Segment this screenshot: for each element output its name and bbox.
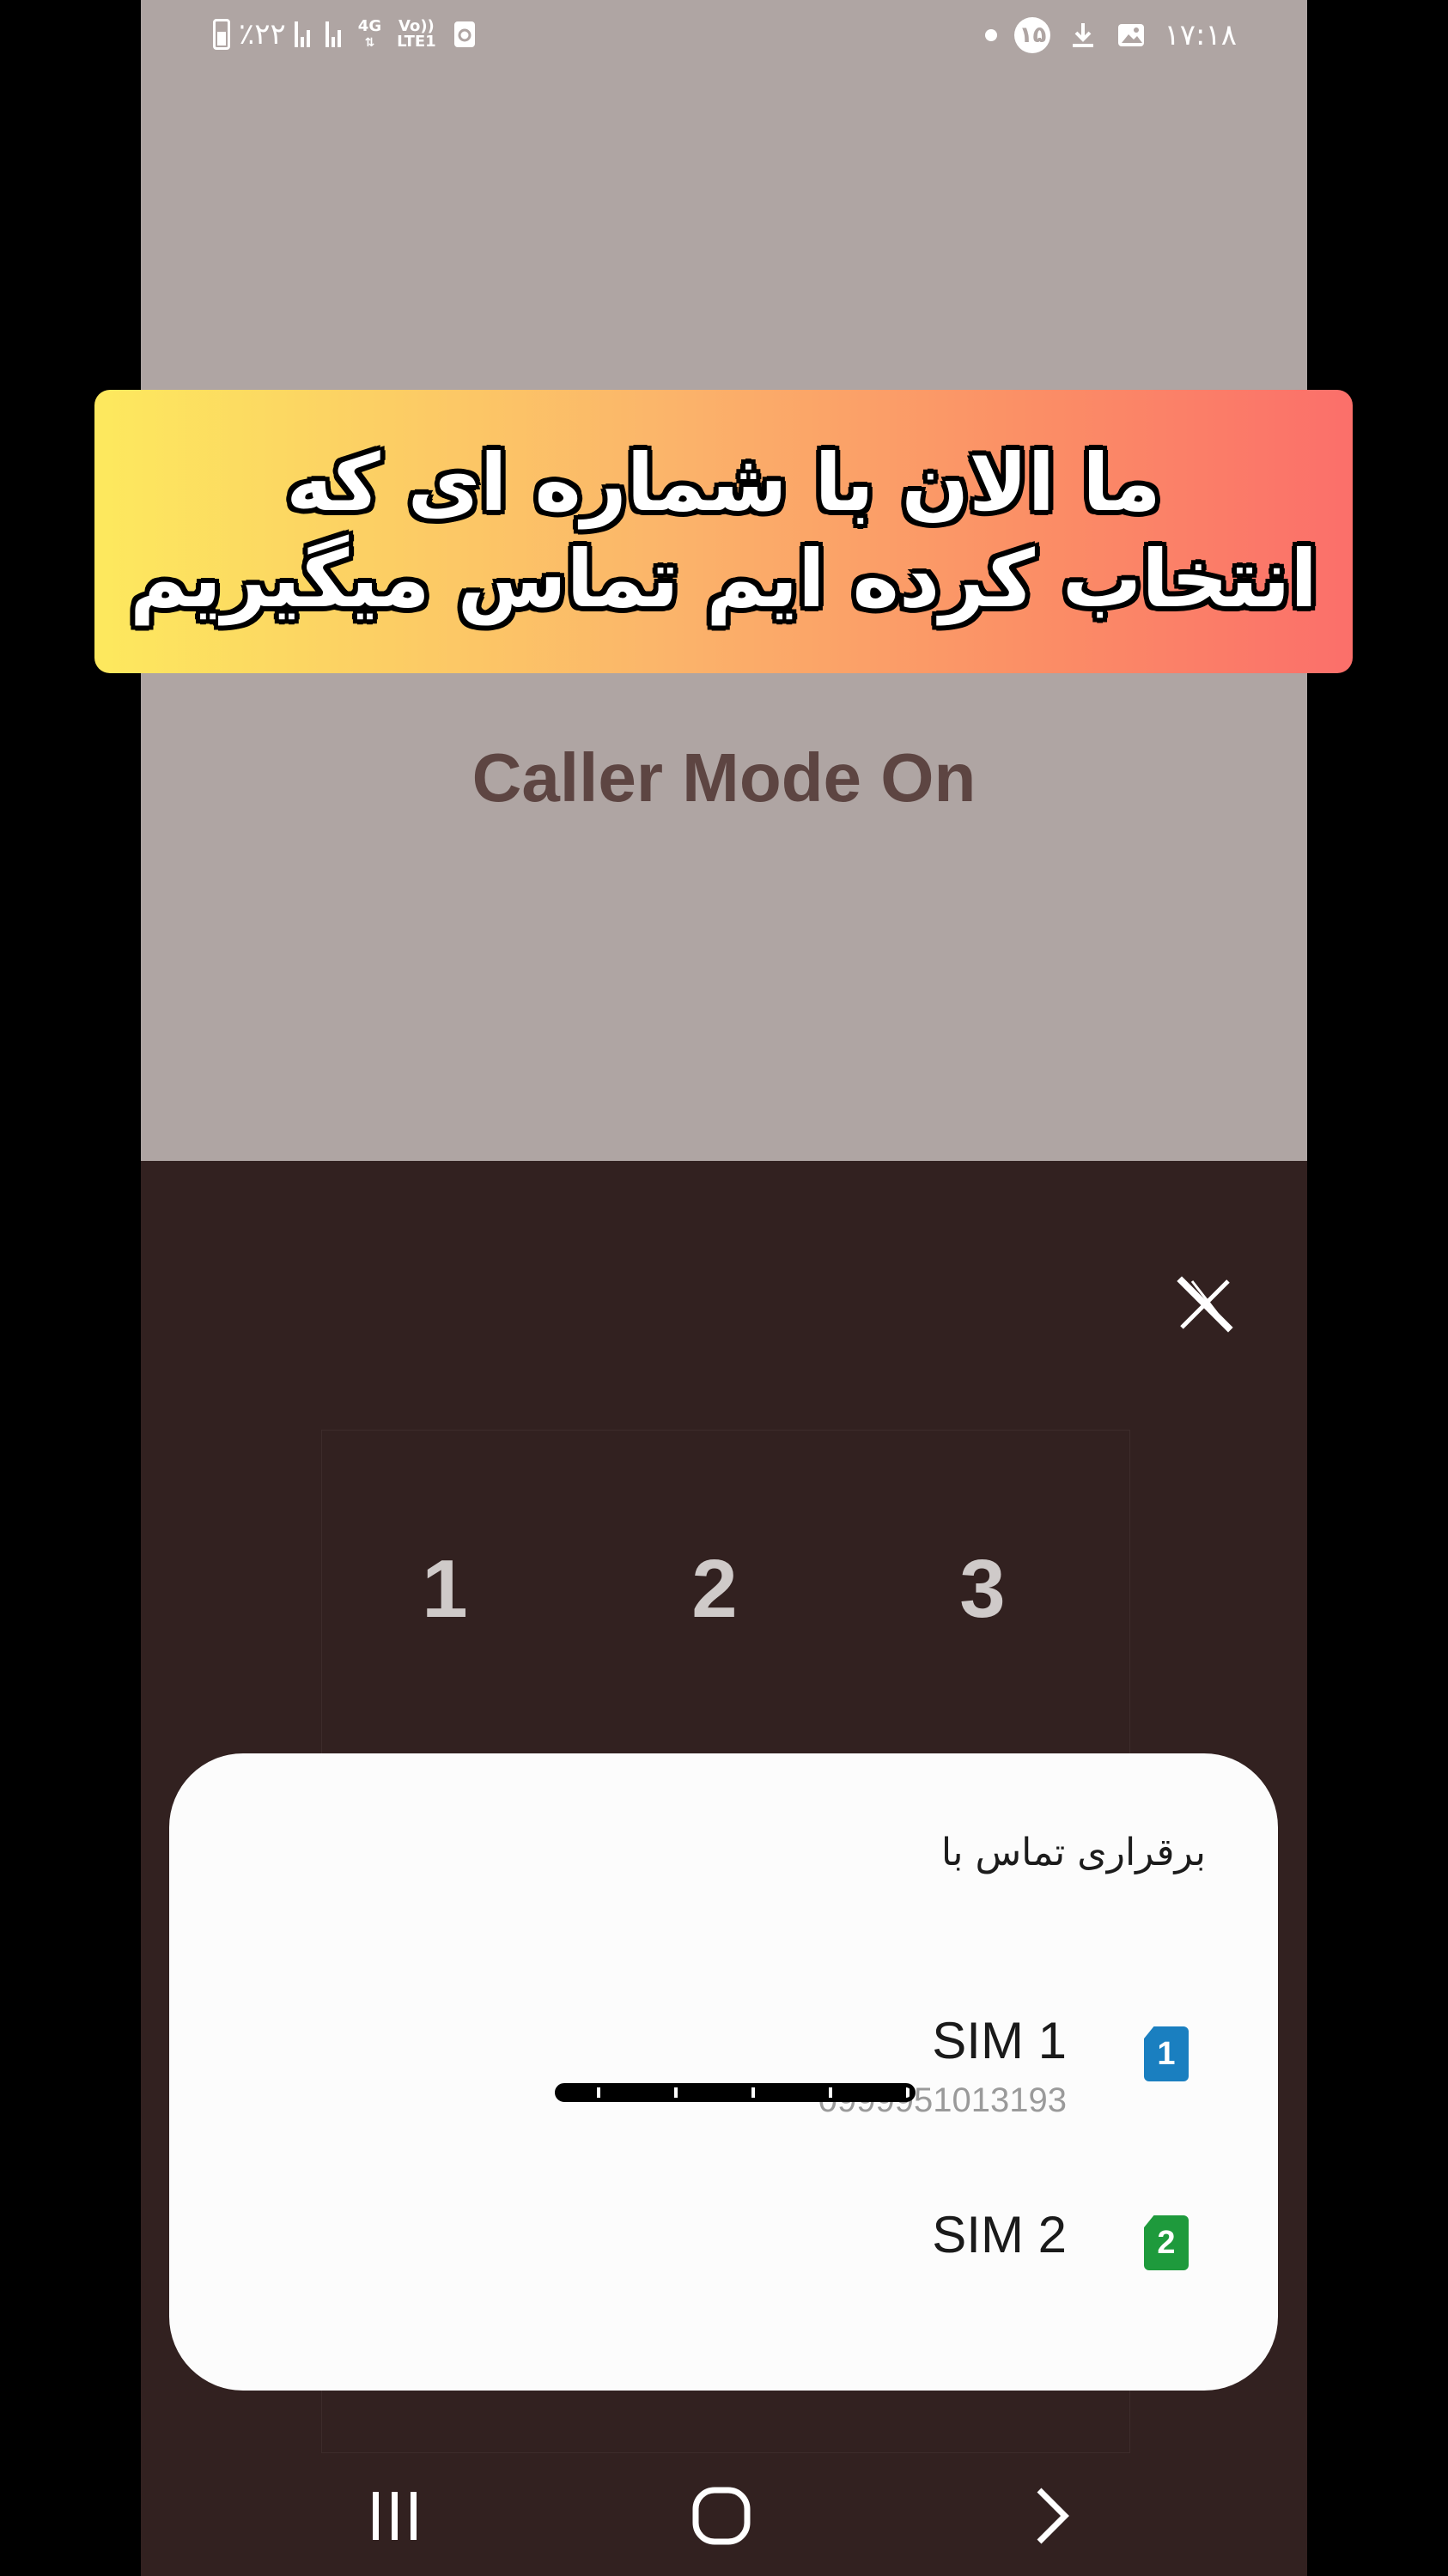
close-icon[interactable] [1175,1274,1235,1334]
caption-banner: ما الان با شماره ای که انتخاب کرده ایم ت… [94,390,1353,673]
caption-line-2: انتخاب کرده ایم تماس میگیریم [130,533,1317,625]
volte-label: Vo)) LTE1 [397,17,436,51]
notification-count-badge: ۱۵ [1014,17,1051,53]
status-left-group: ٪۲۲ 4G ⇅ Vo)) LTE1 [213,17,478,52]
recent-apps-icon[interactable] [352,2473,438,2559]
sim-1-icon: 1 [1144,2026,1189,2081]
signal-2-icon [325,21,341,47]
network-4g-label: 4G ⇅ [357,16,382,50]
status-right-group: ۱۵ ۱۷:۱۸ [985,17,1237,53]
caller-mode-label: Caller Mode On [472,739,976,816]
back-arrow-icon[interactable] [1007,2473,1092,2559]
recycle-icon [453,21,475,47]
sim-selection-dialog: برقراری تماس با SIM 1 1 0999951013193 SI… [169,1753,1278,2391]
dial-key-2[interactable]: 2 [629,1538,800,1641]
sim-2-icon: 2 [1144,2215,1189,2270]
home-icon[interactable] [678,2473,764,2559]
page: ٪۲۲ 4G ⇅ Vo)) LTE1 ۱۵ ۱۷:۱۸ Caller Mode … [0,0,1448,2576]
status-bar: ٪۲۲ 4G ⇅ Vo)) LTE1 ۱۵ ۱۷:۱۸ [141,0,1307,74]
navigation-bar [141,2456,1307,2576]
caption-line-1: ما الان با شماره ای که [286,437,1161,529]
sim-option-label: SIM 2 [932,2206,1067,2263]
dial-key-1[interactable]: 1 [359,1538,531,1641]
sim-option-1[interactable]: SIM 1 1 0999951013193 [169,1985,1278,2131]
battery-percent: ٪۲۲ [239,17,286,52]
redaction-scribble [555,2083,916,2102]
dial-key-3[interactable]: 3 [897,1538,1068,1641]
download-icon [1073,23,1094,47]
sim-option-2[interactable]: SIM 2 2 [169,2200,1278,2346]
clock: ۱۷:۱۸ [1164,18,1237,52]
sim-option-label: SIM 1 [932,2012,1067,2069]
signal-1-icon [294,21,310,47]
notification-dot-icon [985,29,998,41]
dialog-title: برقراری تماس با [940,1831,1206,1874]
image-icon [1118,24,1145,46]
battery-icon [213,19,230,50]
